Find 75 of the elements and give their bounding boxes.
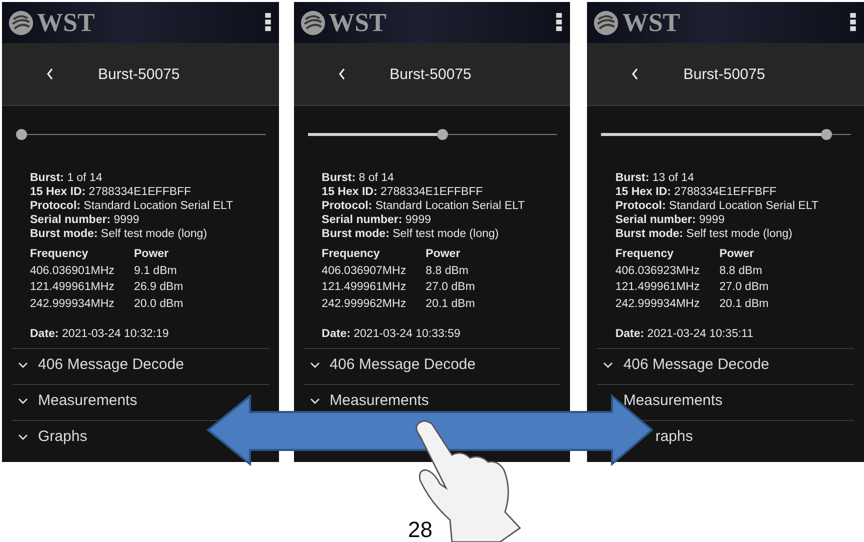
info-line: Burst mode: Self test mode (long) — [30, 227, 208, 241]
table-cell-text: 406.036907MHz — [322, 264, 408, 278]
info-line: Burst mode: Self test mode (long) — [322, 227, 500, 241]
back-icon[interactable] — [338, 68, 346, 80]
column-header: Power — [719, 247, 755, 262]
table-cell-text: 242.999962MHz — [322, 296, 408, 312]
info-line: Protocol: Standard Location Serial ELT — [30, 199, 234, 213]
section-header[interactable]: 406 Message Decode — [310, 356, 476, 373]
table-cell-text: 242.999934MHz — [30, 296, 116, 312]
back-icon[interactable] — [46, 68, 54, 80]
table-cell-text: 9.1 dBm — [134, 264, 178, 278]
chevron-down-icon — [603, 362, 614, 368]
back-icon[interactable] — [631, 68, 640, 80]
section-header[interactable]: Graphs — [18, 428, 88, 445]
column-header: Power — [134, 247, 170, 262]
menu-icon[interactable] — [850, 13, 856, 32]
column-header: Frequency — [615, 247, 675, 262]
slider-thumb[interactable] — [436, 129, 448, 140]
info-line: Burst: 8 of 14 — [322, 171, 395, 185]
section-header[interactable]: Measurements — [18, 392, 138, 409]
table-cell-text: 27.0 dBm — [719, 280, 770, 295]
info-line: Serial number: 9999 — [322, 213, 432, 227]
column-header: Frequency — [322, 247, 381, 262]
menu-icon[interactable] — [556, 13, 562, 32]
info-line: Protocol: Standard Location Serial ELT — [322, 199, 526, 213]
screen-title: Burst-50075 — [683, 66, 766, 82]
column-header: Frequency — [30, 247, 90, 262]
chevron-down-icon — [18, 362, 28, 368]
section-header[interactable]: 406 Message Decode — [603, 356, 770, 373]
table-cell-text: 242.999934MHz — [615, 296, 701, 312]
menu-icon[interactable] — [264, 13, 271, 32]
logo-text: WST — [328, 8, 386, 38]
globe-logo-icon — [8, 10, 34, 36]
logo-text: WST — [37, 8, 95, 38]
table-cell-text: 121.499961MHz — [615, 280, 701, 295]
screen-title: Burst-50075 — [98, 66, 180, 82]
info-line: Burst: 1 of 14 — [30, 171, 104, 185]
date-line: Date: 2021-03-24 10:32:19 — [30, 328, 170, 340]
table-cell-text: 20.1 dBm — [426, 296, 476, 312]
section-header[interactable]: Measurements — [310, 392, 429, 409]
table-cell-text: 406.036923MHz — [615, 264, 701, 278]
date-line: Date: 2021-03-24 10:33:59 — [322, 328, 462, 340]
section-header[interactable]: raphs — [655, 428, 693, 445]
table-cell-text: 27.0 dBm — [426, 280, 476, 295]
table-cell-text: 20.0 dBm — [134, 296, 184, 312]
info-line: Serial number: 9999 — [615, 213, 726, 227]
info-line: Protocol: Standard Location Serial ELT — [615, 199, 820, 213]
date-line: Date: 2021-03-24 10:35:11 — [615, 328, 754, 340]
info-line: 15 Hex ID: 2788334E1EFFBFF — [322, 185, 484, 199]
info-line: 15 Hex ID: 2788334E1EFFBFF — [30, 185, 192, 199]
table-cell-text: 121.499961MHz — [322, 280, 408, 295]
info-line: Burst: 13 of 14 — [615, 171, 695, 185]
globe-logo-icon — [593, 10, 620, 36]
info-line: Serial number: 9999 — [30, 213, 140, 227]
table-cell-text: 121.499961MHz — [30, 280, 116, 295]
table-cell-text: 406.036901MHz — [30, 264, 116, 278]
chevron-down-icon — [18, 434, 28, 440]
chevron-down-icon — [310, 362, 320, 368]
logo-text: WST — [622, 8, 680, 38]
page-number: 28 — [408, 517, 432, 542]
section-header[interactable]: Measurements — [623, 392, 723, 409]
slider-thumb[interactable] — [16, 129, 27, 140]
chevron-down-icon — [18, 398, 28, 404]
info-line: Burst mode: Self test mode (long) — [615, 227, 794, 241]
table-cell-text: 8.8 dBm — [426, 264, 470, 278]
table-cell-text: 20.1 dBm — [719, 296, 770, 312]
table-cell-text: 26.9 dBm — [134, 280, 184, 295]
screen-title: Burst-50075 — [390, 66, 472, 82]
table-cell-text: 8.8 dBm — [719, 264, 764, 278]
section-header[interactable]: 406 Message Decode — [18, 356, 184, 373]
chevron-down-icon — [310, 398, 320, 404]
info-line: 15 Hex ID: 2788334E1EFFBFF — [615, 185, 778, 199]
globe-logo-icon — [300, 10, 326, 36]
column-header: Power — [426, 247, 462, 262]
slider-thumb[interactable] — [820, 129, 832, 140]
